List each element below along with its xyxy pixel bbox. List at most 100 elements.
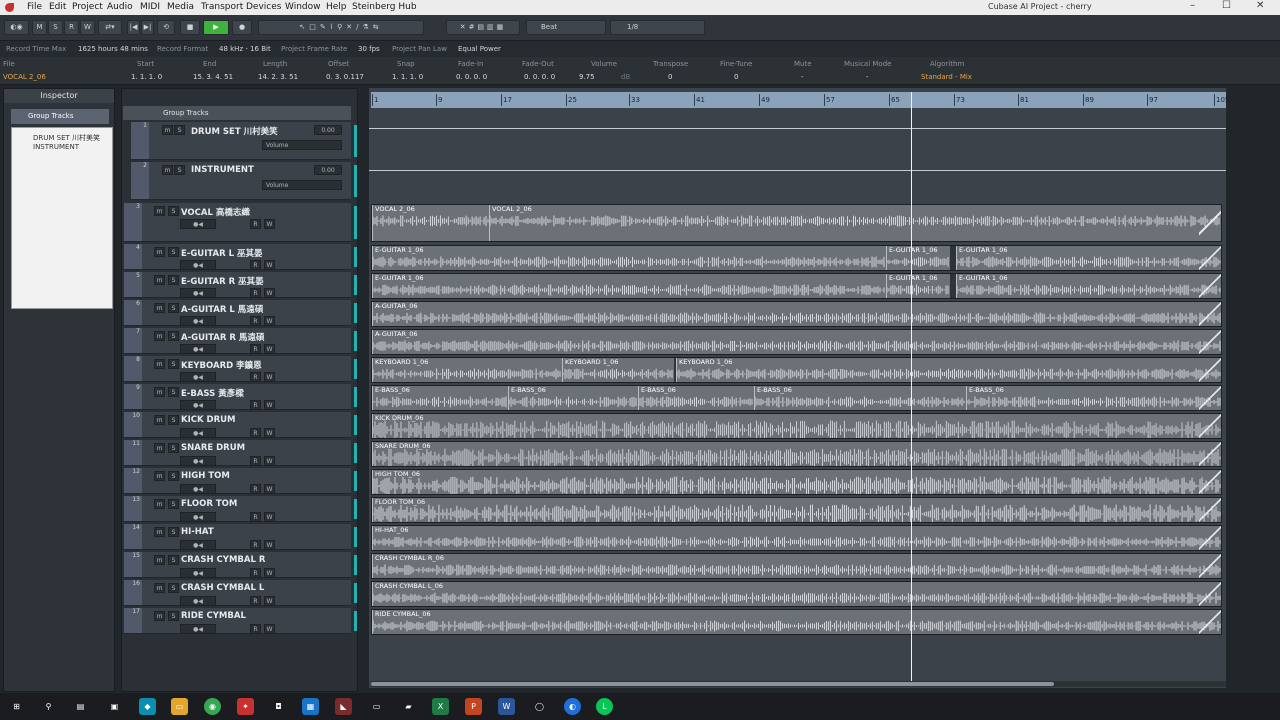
audio-event[interactable]: KEYBOARD 1_06 xyxy=(372,358,562,382)
track-name[interactable]: HIGH TOM xyxy=(181,471,230,481)
event-lane[interactable]: A-GUITAR_06 xyxy=(371,329,1222,355)
event-lane[interactable]: CRASH CYMBAL R_06 xyxy=(371,553,1222,579)
track-name[interactable]: A-GUITAR L 馬遠碩 xyxy=(181,303,263,315)
audio-event[interactable]: E-GUITAR 1_06 xyxy=(372,246,886,270)
mute-button[interactable]: m xyxy=(154,387,165,397)
event-lane[interactable]: KEYBOARD 1_06 KEYBOARD 1_06 KEYBOARD 1_06 xyxy=(371,357,1222,383)
tools-palette[interactable]: ↖□✎⌇⚲✕/⚗⇆ xyxy=(258,20,424,35)
musical-mode-value[interactable]: - xyxy=(866,73,869,81)
solo-button[interactable]: S xyxy=(168,247,179,257)
group-volume-readout[interactable]: 0.00 xyxy=(314,125,342,135)
solo-button[interactable]: S xyxy=(168,555,179,565)
mute-button[interactable]: m xyxy=(154,359,165,369)
event-lane[interactable]: FLOOR TOM_06 xyxy=(371,497,1222,523)
track-header[interactable]: 16 CRASH CYMBAL L m S ●◀ R W xyxy=(124,580,357,606)
write-automation-button[interactable]: W xyxy=(264,400,275,410)
fade-out-handle[interactable] xyxy=(1199,414,1221,438)
track-header[interactable]: 10 KICK DRUM m S ●◀ R W xyxy=(124,412,357,438)
read-automation-button[interactable]: R xyxy=(250,288,261,298)
mute-button[interactable]: m xyxy=(162,165,173,175)
audio-event[interactable]: E-GUITAR 1_06 xyxy=(956,246,1221,270)
audio-event[interactable]: A-GUITAR_06 xyxy=(372,330,1221,354)
mute-button[interactable]: m xyxy=(154,499,165,509)
maximize-icon[interactable]: ☐ xyxy=(1222,0,1231,15)
event-lane[interactable]: E-GUITAR 1_06 E-GUITAR 1_06 E-GUITAR 1_06 xyxy=(371,273,1222,299)
track-name[interactable]: HI-HAT xyxy=(181,527,214,537)
read-automation-button[interactable]: R xyxy=(250,512,261,522)
record-monitor-buttons[interactable]: ●◀ xyxy=(180,456,216,466)
snap-grid-controls[interactable]: ✕#▤▥▦ xyxy=(446,20,520,35)
menu-window[interactable]: Window xyxy=(285,2,321,12)
word-icon[interactable]: W xyxy=(498,698,515,715)
menu-media[interactable]: Media xyxy=(167,2,194,12)
track-name[interactable]: VOCAL 高橋志織 xyxy=(181,206,250,218)
event-lane[interactable]: VOCAL 2_06 VOCAL 2_06 xyxy=(371,204,1222,242)
audio-event[interactable]: CRASH CYMBAL L_06 xyxy=(372,582,1221,606)
solo-button[interactable]: S xyxy=(168,387,179,397)
track-header[interactable]: 9 E-BASS 黃彥樑 m S ●◀ R W xyxy=(124,384,357,410)
mute-value[interactable]: - xyxy=(801,73,804,81)
write-mode-button[interactable]: W xyxy=(80,20,95,35)
go-end-icon[interactable]: ▶| xyxy=(141,20,154,35)
event-lane[interactable]: HIGH TOM_06 xyxy=(371,469,1222,495)
record-monitor-buttons[interactable]: ●◀ xyxy=(180,344,216,354)
track-header[interactable]: 3 VOCAL 高橋志織 m S ●◀ R W xyxy=(124,203,357,242)
monitor-icon[interactable]: ▭ xyxy=(368,698,385,715)
audio-event[interactable]: E-GUITAR 1_06 xyxy=(886,274,950,298)
read-automation-button[interactable]: R xyxy=(250,372,261,382)
menu-file[interactable]: File xyxy=(27,2,42,12)
folder-list-item[interactable]: INSTRUMENT xyxy=(33,143,79,151)
group-tracks-folder[interactable]: Group Tracks xyxy=(123,106,351,120)
read-automation-button[interactable]: R xyxy=(250,456,261,466)
track-name[interactable]: DRUM SET 川村美笑 xyxy=(191,125,278,137)
write-automation-button[interactable]: W xyxy=(264,288,275,298)
solo-button[interactable]: S xyxy=(168,331,179,341)
solo-button[interactable]: S xyxy=(168,206,179,216)
solo-button[interactable]: S xyxy=(168,611,179,621)
solo-button[interactable]: S xyxy=(168,443,179,453)
frame-rate-value[interactable]: 30 fps xyxy=(358,45,380,53)
solo-button[interactable]: S xyxy=(174,125,185,135)
write-automation-button[interactable]: W xyxy=(264,219,275,229)
track-name[interactable]: E-BASS 黃彥樑 xyxy=(181,387,244,399)
audio-event[interactable]: HI-HAT_06 xyxy=(372,526,1221,550)
fine-tune-value[interactable]: 0 xyxy=(734,73,738,81)
solo-mode-button[interactable]: S xyxy=(48,20,63,35)
fade-out-handle[interactable] xyxy=(1199,470,1221,494)
cubase-taskbar-icon[interactable]: ◣ xyxy=(335,698,352,715)
menu-audio[interactable]: Audio xyxy=(107,2,133,12)
track-header[interactable]: 15 CRASH CYMBAL R m S ●◀ R W xyxy=(124,552,357,578)
solo-button[interactable]: S xyxy=(168,415,179,425)
read-automation-button[interactable]: R xyxy=(250,596,261,606)
volume-value[interactable]: 9.75 xyxy=(579,73,595,81)
start-menu-icon[interactable]: ⊞ xyxy=(8,698,25,715)
track-name[interactable]: E-GUITAR L 巫其晏 xyxy=(181,247,262,259)
fade-in-value[interactable]: 0. 0. 0. 0 xyxy=(456,73,487,81)
algorithm-value[interactable]: Standard - Mix xyxy=(921,73,972,81)
solo-button[interactable]: S xyxy=(168,499,179,509)
menu-transport[interactable]: Transport xyxy=(201,2,243,12)
end-value[interactable]: 15. 3. 4. 51 xyxy=(193,73,233,81)
solo-button[interactable]: S xyxy=(168,471,179,481)
write-automation-button[interactable]: W xyxy=(264,624,275,634)
cubase-logo-icon[interactable] xyxy=(5,3,14,12)
file-explorer-icon[interactable]: ▭ xyxy=(171,698,188,715)
track-name[interactable]: RIDE CYMBAL xyxy=(181,611,246,621)
mute-button[interactable]: m xyxy=(154,275,165,285)
mute-button[interactable]: m xyxy=(154,611,165,621)
menu-edit[interactable]: Edit xyxy=(49,2,66,12)
record-monitor-buttons[interactable]: ●◀ xyxy=(180,400,216,410)
record-monitor-buttons[interactable]: ●◀ xyxy=(180,219,216,229)
solo-button[interactable]: S xyxy=(174,165,185,175)
event-lane[interactable]: A-GUITAR_06 xyxy=(371,301,1222,327)
audio-event[interactable]: KICK DRUM_06 xyxy=(372,414,1221,438)
volume-fader[interactable]: Volume xyxy=(262,140,342,150)
audio-event[interactable]: E-BASS_06 xyxy=(966,386,1221,410)
record-button[interactable]: ● xyxy=(232,20,252,35)
menu-midi[interactable]: MIDI xyxy=(140,2,160,12)
write-automation-button[interactable]: W xyxy=(264,260,275,270)
fade-out-value[interactable]: 0. 0. 0. 0 xyxy=(524,73,555,81)
mute-button[interactable]: m xyxy=(154,247,165,257)
write-automation-button[interactable]: W xyxy=(264,372,275,382)
read-automation-button[interactable]: R xyxy=(250,400,261,410)
